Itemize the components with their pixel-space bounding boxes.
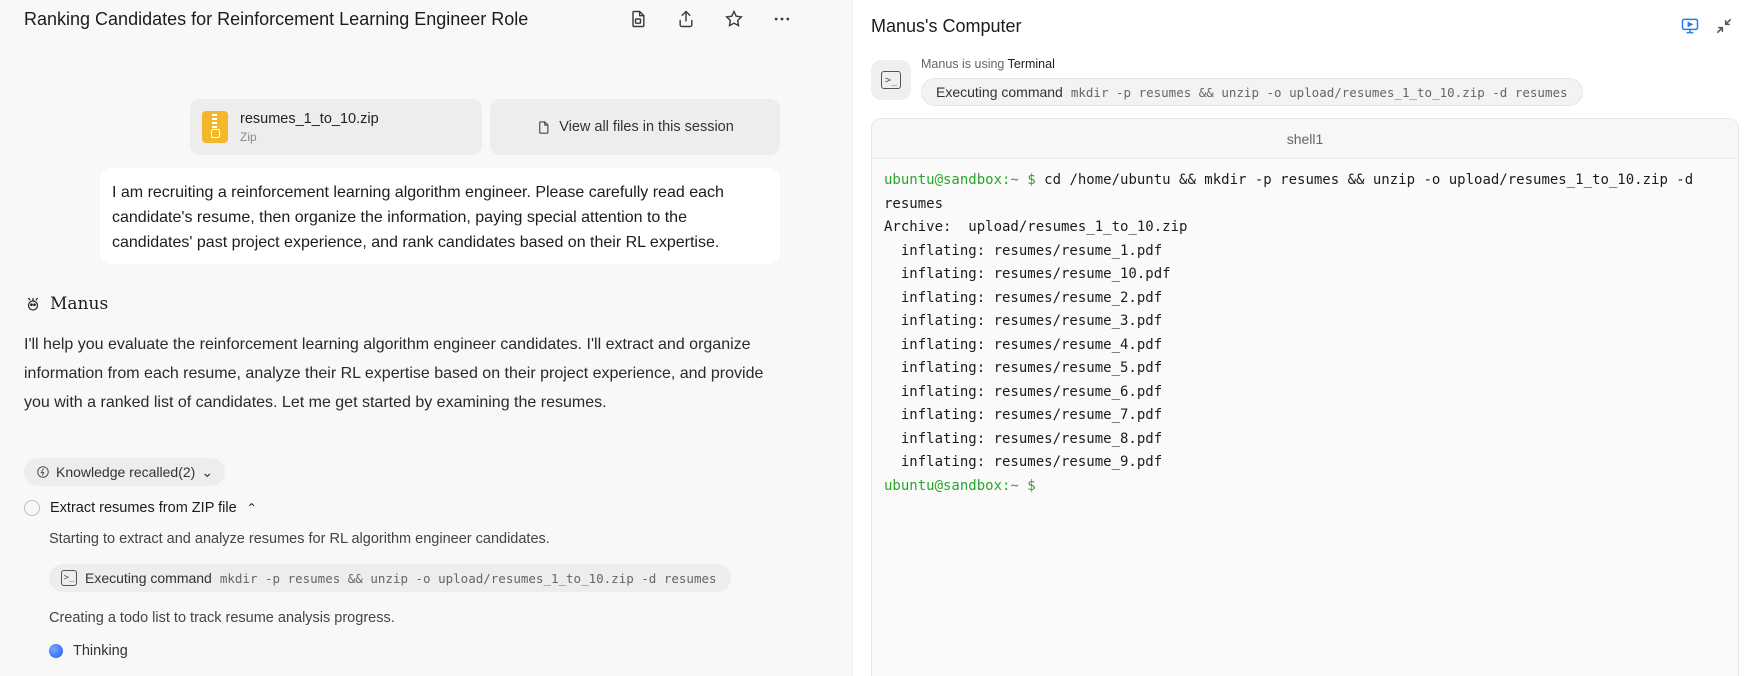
command-pill[interactable]: >_ Executing command mkdir -p resumes &&… [49, 564, 731, 592]
zip-file-icon [202, 111, 228, 143]
share-icon[interactable] [674, 7, 698, 31]
terminal-line: Archive: upload/resumes_1_to_10.zip [884, 219, 1188, 235]
exec-command: mkdir -p resumes && unzip -o upload/resu… [1070, 84, 1568, 100]
assistant-message: I'll help you evaluate the reinforcement… [24, 336, 764, 411]
assistant-name: Manus [50, 294, 109, 314]
command-text: mkdir -p resumes && unzip -o upload/resu… [219, 570, 717, 586]
file-icon[interactable] [626, 7, 650, 31]
using-tool: Terminal [1007, 57, 1055, 71]
computer-title: Manus's Computer [871, 16, 1022, 36]
terminal-tab[interactable]: shell1 [872, 119, 1738, 159]
terminal-line: resumes [884, 195, 944, 212]
page-title: Ranking Candidates for Reinforcement Lea… [24, 8, 529, 29]
thinking-orb-icon [49, 644, 63, 658]
terminal-line: inflating: resumes/resume_4.pdf [884, 336, 1163, 353]
task-item[interactable]: Extract resumes from ZIP file ⌃ [24, 500, 257, 516]
terminal-icon: >_ [881, 71, 901, 89]
files-icon [539, 120, 549, 134]
terminal-prompt: ubuntu@sandbox:~ $ [884, 477, 1036, 494]
knowledge-recalled-toggle[interactable]: Knowledge recalled(2) ⌄ [24, 458, 226, 486]
terminal-prompt: ubuntu@sandbox:~ $ [884, 172, 1036, 188]
attachment-card[interactable]: resumes_1_to_10.zip Zip [190, 99, 482, 155]
chat-header: Ranking Candidates for Reinforcement Lea… [24, 4, 824, 34]
minimize-icon[interactable] [1714, 16, 1734, 36]
computer-pane: Manus's Computer >_ Manus is using Termi… [852, 0, 1748, 676]
chat-pane: Ranking Candidates for Reinforcement Lea… [0, 0, 852, 676]
tool-usage-text: Manus is using Terminal [921, 57, 1055, 71]
computer-actions [1680, 16, 1734, 36]
chevron-down-icon: ⌄ [201, 463, 214, 480]
chevron-up-icon[interactable]: ⌃ [247, 501, 257, 515]
terminal-line: inflating: resumes/resume_10.pdf [884, 266, 1171, 282]
step-text-1: Starting to extract and analyze resumes … [49, 531, 550, 547]
task-status-icon [24, 500, 40, 516]
terminal-line: inflating: resumes/resume_9.pdf [884, 454, 1163, 470]
user-message: I am recruiting a reinforcement learning… [100, 168, 780, 264]
command-label: Executing command [85, 570, 212, 586]
terminal-line: inflating: resumes/resume_1.pdf [884, 242, 1163, 259]
manus-logo-icon [27, 297, 39, 311]
using-prefix: Manus is using [921, 57, 1005, 71]
header-actions [626, 7, 794, 31]
terminal-line: cd /home/ubuntu && mkdir -p resumes && u… [1044, 172, 1694, 188]
terminal-icon: >_ [61, 570, 77, 586]
terminal-line: inflating: resumes/resume_6.pdf [884, 383, 1163, 400]
executing-command-pill: Executing command mkdir -p resumes && un… [921, 78, 1583, 106]
more-icon[interactable] [770, 7, 794, 31]
assistant-label: Manus [24, 294, 108, 314]
terminal-output: ubuntu@sandbox:~ $ cd /home/ubuntu && mk… [872, 159, 1738, 508]
view-all-label: View all files in this session [559, 119, 734, 135]
knowledge-label: Knowledge recalled(2) [56, 464, 196, 480]
star-icon[interactable] [722, 7, 746, 31]
thinking-label: Thinking [73, 643, 128, 659]
tool-badge: >_ [871, 60, 911, 100]
thinking-indicator: Thinking [49, 643, 128, 659]
terminal-line: inflating: resumes/resume_8.pdf [884, 430, 1163, 447]
step-text-2: Creating a todo list to track resume ana… [49, 610, 395, 626]
monitor-icon[interactable] [1680, 16, 1700, 36]
terminal-line: inflating: resumes/resume_3.pdf [884, 313, 1163, 329]
view-all-files-button[interactable]: View all files in this session [490, 99, 780, 155]
terminal-line: inflating: resumes/resume_7.pdf [884, 407, 1163, 423]
task-title: Extract resumes from ZIP file [50, 500, 237, 516]
attachment-type: Zip [240, 129, 257, 144]
lightbulb-icon [37, 466, 49, 478]
terminal-window[interactable]: shell1 ubuntu@sandbox:~ $ cd /home/ubunt… [871, 118, 1739, 676]
terminal-line: inflating: resumes/resume_2.pdf [884, 289, 1163, 306]
exec-label: Executing command [936, 84, 1063, 100]
terminal-line: inflating: resumes/resume_5.pdf [884, 360, 1163, 376]
attachment-name: resumes_1_to_10.zip [240, 110, 379, 127]
